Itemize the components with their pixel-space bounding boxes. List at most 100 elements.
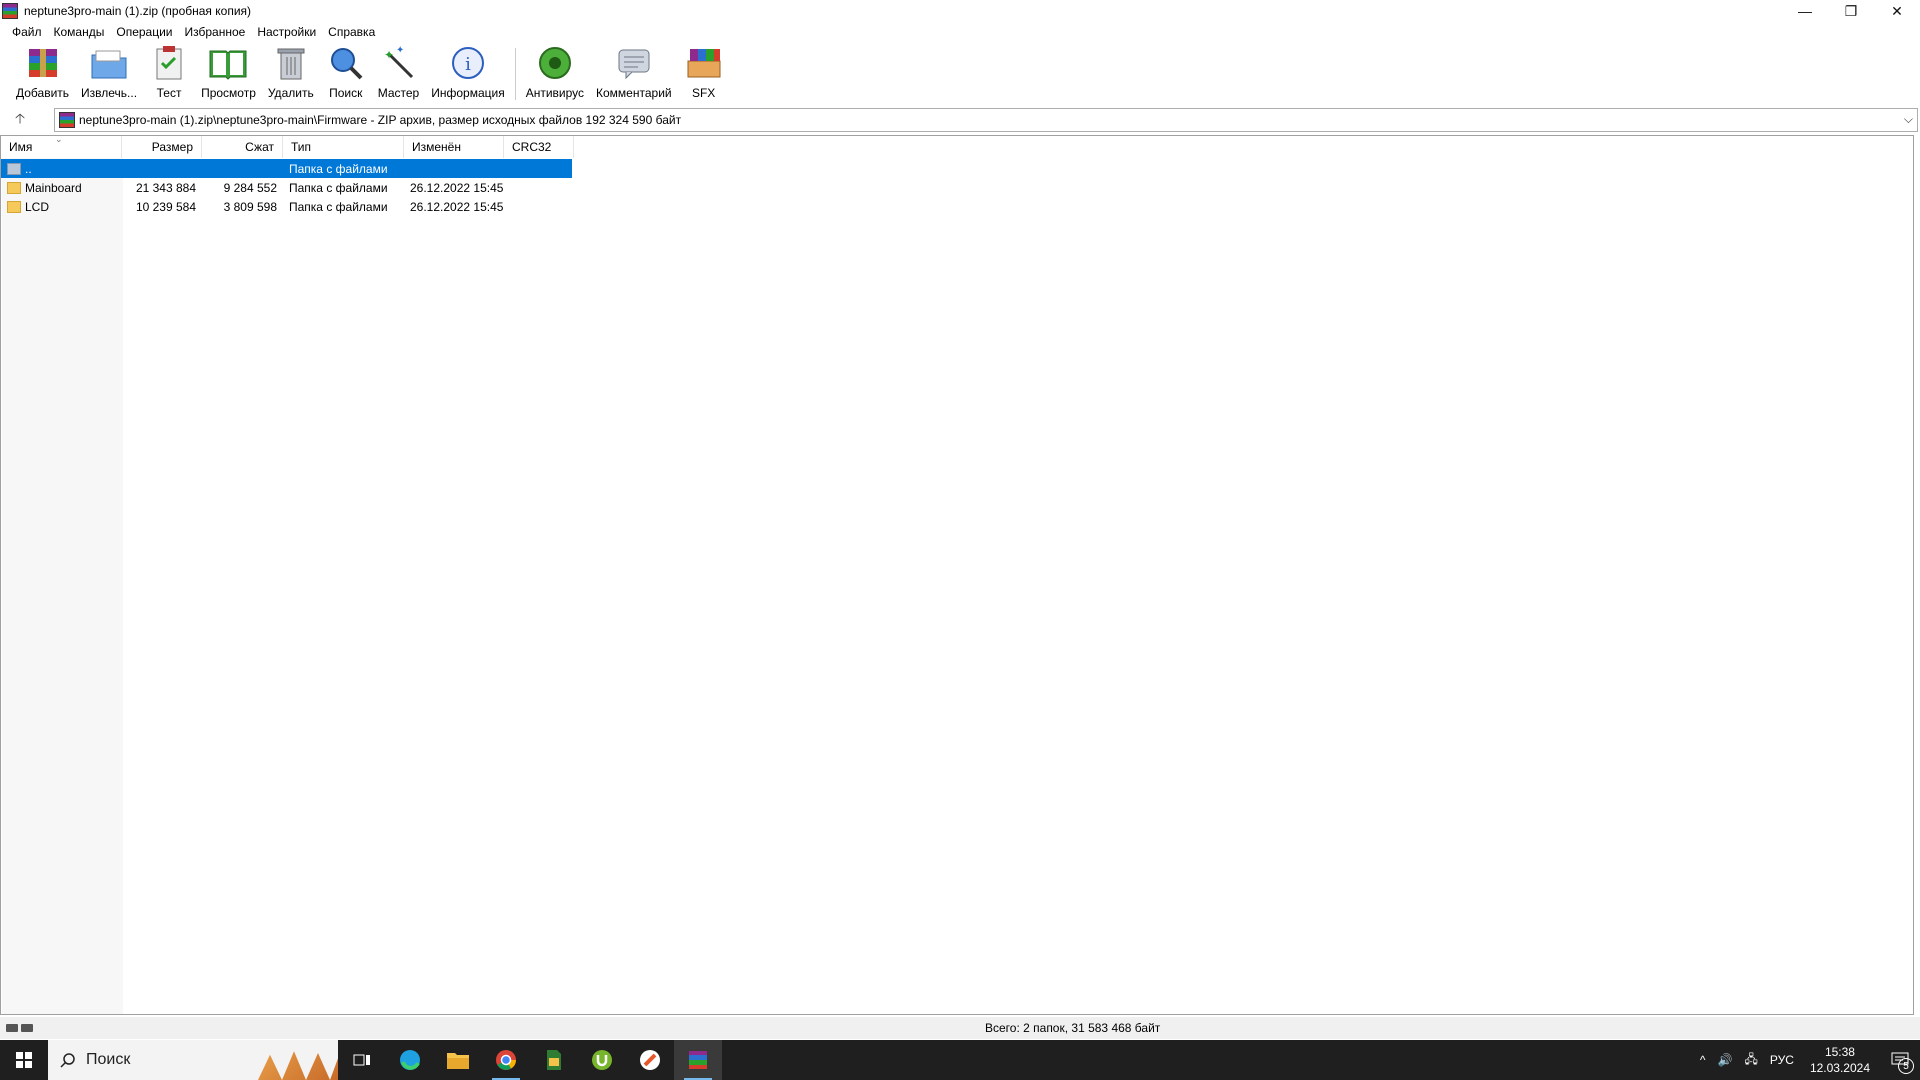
notifications-button[interactable]: 5	[1880, 1040, 1920, 1080]
file-rows: .. Папка с файлами Mainboard 21 343 884 …	[1, 159, 572, 216]
view-button[interactable]: Просмотр	[195, 44, 262, 104]
row-modified: 26.12.2022 15:45	[410, 199, 504, 214]
column-modified[interactable]: Изменён	[404, 136, 504, 158]
menu-help[interactable]: Справка	[322, 25, 381, 39]
row-type: Папка с файлами	[289, 199, 388, 214]
row-size: 21 343 884	[135, 180, 196, 195]
row-type: Папка с файлами	[289, 161, 388, 176]
close-button[interactable]: ✕	[1874, 0, 1920, 22]
find-label: Поиск	[329, 86, 363, 100]
sfx-button[interactable]: SFX	[678, 44, 730, 104]
up-folder-button[interactable]: 🡡	[0, 108, 40, 132]
restore-button[interactable]: ❐	[1828, 0, 1874, 22]
app-icon	[547, 1050, 561, 1070]
taskbar-edge[interactable]	[386, 1040, 434, 1080]
test-clipboard-icon	[149, 44, 189, 82]
table-row[interactable]: LCD 10 239 584 3 809 598 Папка с файлами…	[1, 197, 572, 216]
notification-count: 5	[1898, 1058, 1914, 1074]
row-type: Папка с файлами	[289, 180, 388, 195]
column-name[interactable]: Имя ⌄	[1, 134, 122, 158]
magnifier-icon	[326, 44, 366, 82]
menu-settings[interactable]: Настройки	[251, 25, 322, 39]
zip-archive-icon	[59, 112, 75, 128]
search-highlight-image	[258, 1051, 338, 1080]
info-button[interactable]: i Информация	[425, 44, 510, 104]
file-list[interactable]: Имя ⌄ Размер Сжат Тип Изменён CRC32 .. П…	[0, 134, 1914, 1015]
drive-icon[interactable]	[6, 1024, 18, 1032]
menu-file[interactable]: Файл	[6, 25, 48, 39]
taskbar-explorer[interactable]	[434, 1040, 482, 1080]
add-button[interactable]: Добавить	[10, 44, 75, 104]
antivirus-label: Антивирус	[525, 86, 585, 100]
arrow-up-icon: 🡡	[14, 110, 26, 126]
info-icon: i	[448, 44, 488, 82]
winrar-icon	[689, 1051, 707, 1069]
winrar-app-icon[interactable]	[2, 3, 18, 19]
column-size[interactable]: Размер	[122, 136, 202, 158]
column-size-label: Размер	[151, 140, 193, 154]
column-packed[interactable]: Сжат	[202, 136, 283, 158]
key-icon[interactable]	[21, 1024, 33, 1032]
sorted-column-highlight	[2, 158, 123, 1014]
row-modified: 26.12.2022 15:45	[410, 180, 504, 195]
extract-button[interactable]: Извлечь...	[75, 44, 143, 104]
language-indicator[interactable]: РУС	[1764, 1053, 1800, 1067]
column-name-label: Имя	[9, 140, 33, 154]
wizard-wand-icon: ✦ ✦	[378, 44, 418, 82]
trash-icon	[271, 44, 311, 82]
column-packed-label: Сжат	[245, 140, 274, 154]
table-row[interactable]: .. Папка с файлами	[1, 159, 572, 178]
svg-text:i: i	[465, 54, 471, 75]
path-field[interactable]: neptune3pro-main (1).zip\neptune3pro-mai…	[54, 108, 1918, 132]
taskbar-search[interactable]: Поиск	[48, 1040, 338, 1080]
file-explorer-icon	[447, 1053, 469, 1069]
wizard-button[interactable]: ✦ ✦ Мастер	[372, 44, 426, 104]
clock[interactable]: 15:38 12.03.2024	[1800, 1044, 1880, 1076]
parent-folder-icon	[7, 162, 21, 175]
chevron-up-icon[interactable]: ^	[1694, 1053, 1712, 1067]
windows-logo-icon	[16, 1052, 32, 1068]
taskbar-winrar[interactable]	[674, 1040, 722, 1080]
search-placeholder: Поиск	[86, 1051, 131, 1068]
taskbar-chrome[interactable]	[482, 1040, 530, 1080]
comment-button[interactable]: Комментарий	[590, 44, 678, 104]
wizard-label: Мастер	[377, 86, 420, 100]
chrome-icon	[496, 1050, 516, 1070]
taskbar: Поиск ^ 🔊 🖧 РУС 15:38 12.03.2024 5	[0, 1040, 1920, 1080]
chevron-down-icon[interactable]: ⌵	[1904, 112, 1913, 127]
view-label: Просмотр	[201, 86, 256, 100]
archive-add-icon	[23, 44, 63, 82]
add-label: Добавить	[16, 86, 70, 100]
antivirus-icon	[535, 44, 575, 82]
test-button[interactable]: Тест	[143, 44, 195, 104]
menu-commands[interactable]: Команды	[48, 25, 111, 39]
toolbar: Добавить Извлечь... Тест Просмотр Удалит…	[0, 44, 1920, 104]
taskbar-app-6[interactable]	[626, 1040, 674, 1080]
antivirus-button[interactable]: Антивирус	[520, 44, 590, 104]
app-icon	[640, 1050, 660, 1070]
path-text: neptune3pro-main (1).zip\neptune3pro-mai…	[79, 113, 682, 127]
search-icon	[60, 1053, 75, 1068]
start-button[interactable]	[0, 1040, 48, 1080]
taskbar-utorrent[interactable]	[578, 1040, 626, 1080]
svg-text:✦: ✦	[384, 48, 394, 62]
column-type[interactable]: Тип	[283, 136, 404, 158]
table-row[interactable]: Mainboard 21 343 884 9 284 552 Папка с ф…	[1, 178, 572, 197]
task-view-icon	[353, 1054, 370, 1066]
info-label: Информация	[431, 86, 505, 100]
volume-icon[interactable]: 🔊	[1712, 1053, 1739, 1067]
find-button[interactable]: Поиск	[320, 44, 372, 104]
folder-icon	[7, 200, 21, 213]
svg-text:✦: ✦	[396, 45, 404, 56]
window-title: neptune3pro-main (1).zip (пробная копия)	[24, 4, 252, 18]
menu-operations[interactable]: Операции	[110, 25, 178, 39]
sfx-icon	[684, 44, 724, 82]
column-crc32[interactable]: CRC32	[504, 136, 574, 158]
task-view-button[interactable]	[338, 1040, 386, 1080]
menu-favorites[interactable]: Избранное	[179, 25, 252, 39]
minimize-button[interactable]: —	[1782, 0, 1828, 22]
network-icon[interactable]: 🖧	[1739, 1050, 1764, 1071]
delete-button[interactable]: Удалить	[262, 44, 320, 104]
taskbar-app-4[interactable]	[530, 1040, 578, 1080]
clock-time: 15:38	[1824, 1045, 1855, 1059]
